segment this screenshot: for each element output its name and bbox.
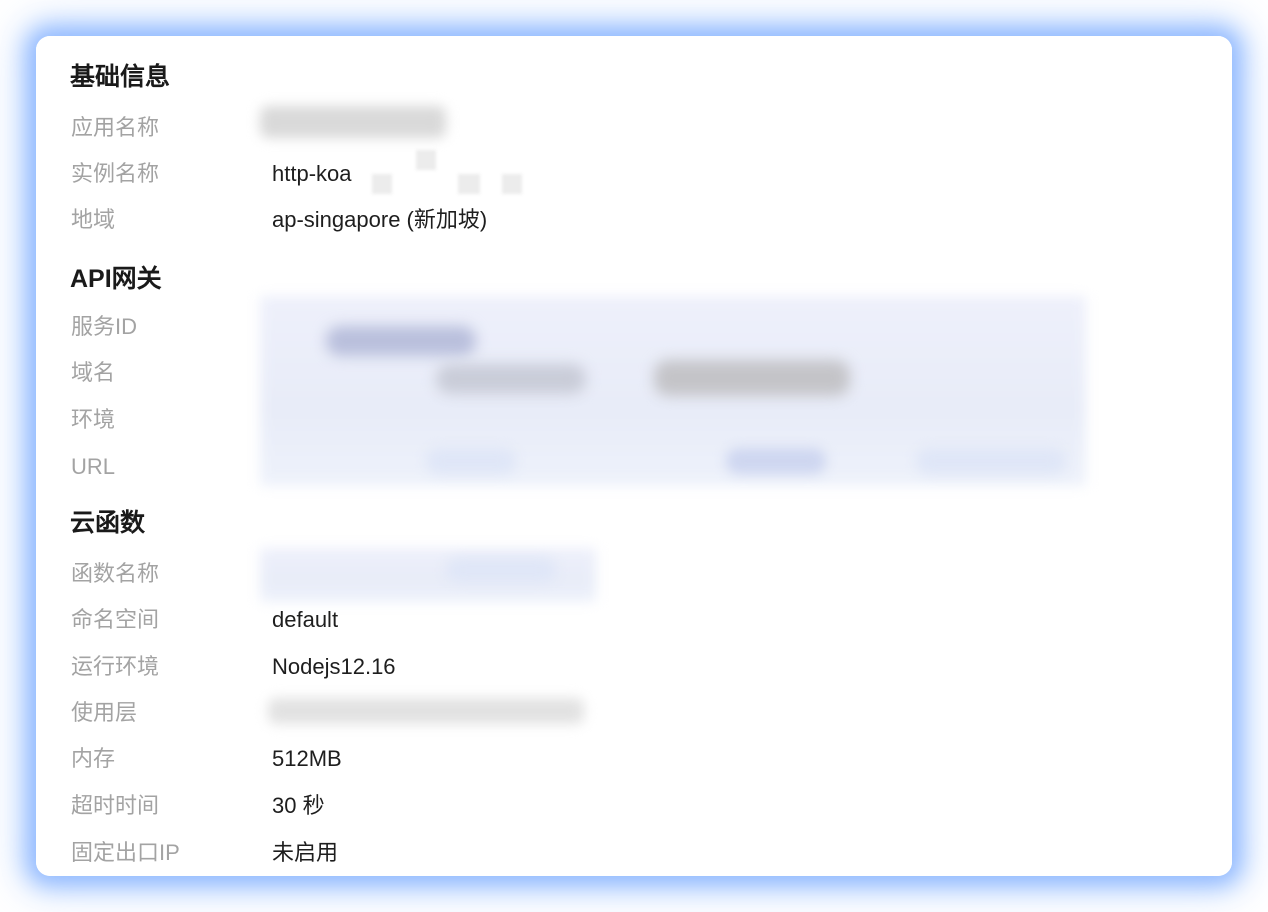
section-title-basic: 基础信息 <box>70 63 171 91</box>
domain-label: 域名 <box>71 360 116 385</box>
section-title-api-gateway: API网关 <box>70 265 162 293</box>
fixed-egress-ip-label: 固定出口IP <box>71 840 180 865</box>
app-name-value-redacted <box>260 106 446 138</box>
function-name-label: 函数名称 <box>71 561 160 586</box>
memory-label: 内存 <box>71 746 116 771</box>
fixed-egress-ip-value: 未启用 <box>272 840 339 865</box>
redaction-mark <box>502 174 522 194</box>
app-name-label: 应用名称 <box>71 115 160 140</box>
redaction-mark <box>654 360 850 396</box>
url-label: URL <box>71 454 116 479</box>
runtime-value: Nodejs12.16 <box>272 654 396 679</box>
redaction-mark <box>372 174 392 194</box>
redaction-mark <box>436 364 586 394</box>
redaction-mark <box>416 150 436 170</box>
environment-label: 环境 <box>71 407 116 432</box>
instance-name-label: 实例名称 <box>71 161 160 186</box>
service-id-label: 服务ID <box>71 314 138 339</box>
instance-name-value: http-koa <box>272 161 352 186</box>
redaction-mark <box>326 326 476 356</box>
namespace-value: default <box>272 607 339 632</box>
layers-value-redacted <box>268 698 584 724</box>
redaction-mark <box>446 558 556 582</box>
redaction-mark <box>726 448 826 474</box>
region-label: 地域 <box>71 207 116 232</box>
runtime-label: 运行环境 <box>71 654 160 679</box>
info-card: 基础信息 应用名称 实例名称 http-koa 地域 ap-singapore … <box>36 36 1232 876</box>
timeout-label: 超时时间 <box>71 793 160 818</box>
region-value: ap-singapore (新加坡) <box>272 207 488 232</box>
namespace-label: 命名空间 <box>71 607 160 632</box>
timeout-value: 30 秒 <box>272 793 325 818</box>
memory-value: 512MB <box>272 746 342 771</box>
section-title-cloud-function: 云函数 <box>70 509 146 537</box>
redaction-mark <box>916 448 1066 474</box>
layers-label: 使用层 <box>71 700 138 725</box>
redaction-mark <box>426 448 516 474</box>
redaction-mark <box>458 174 480 194</box>
